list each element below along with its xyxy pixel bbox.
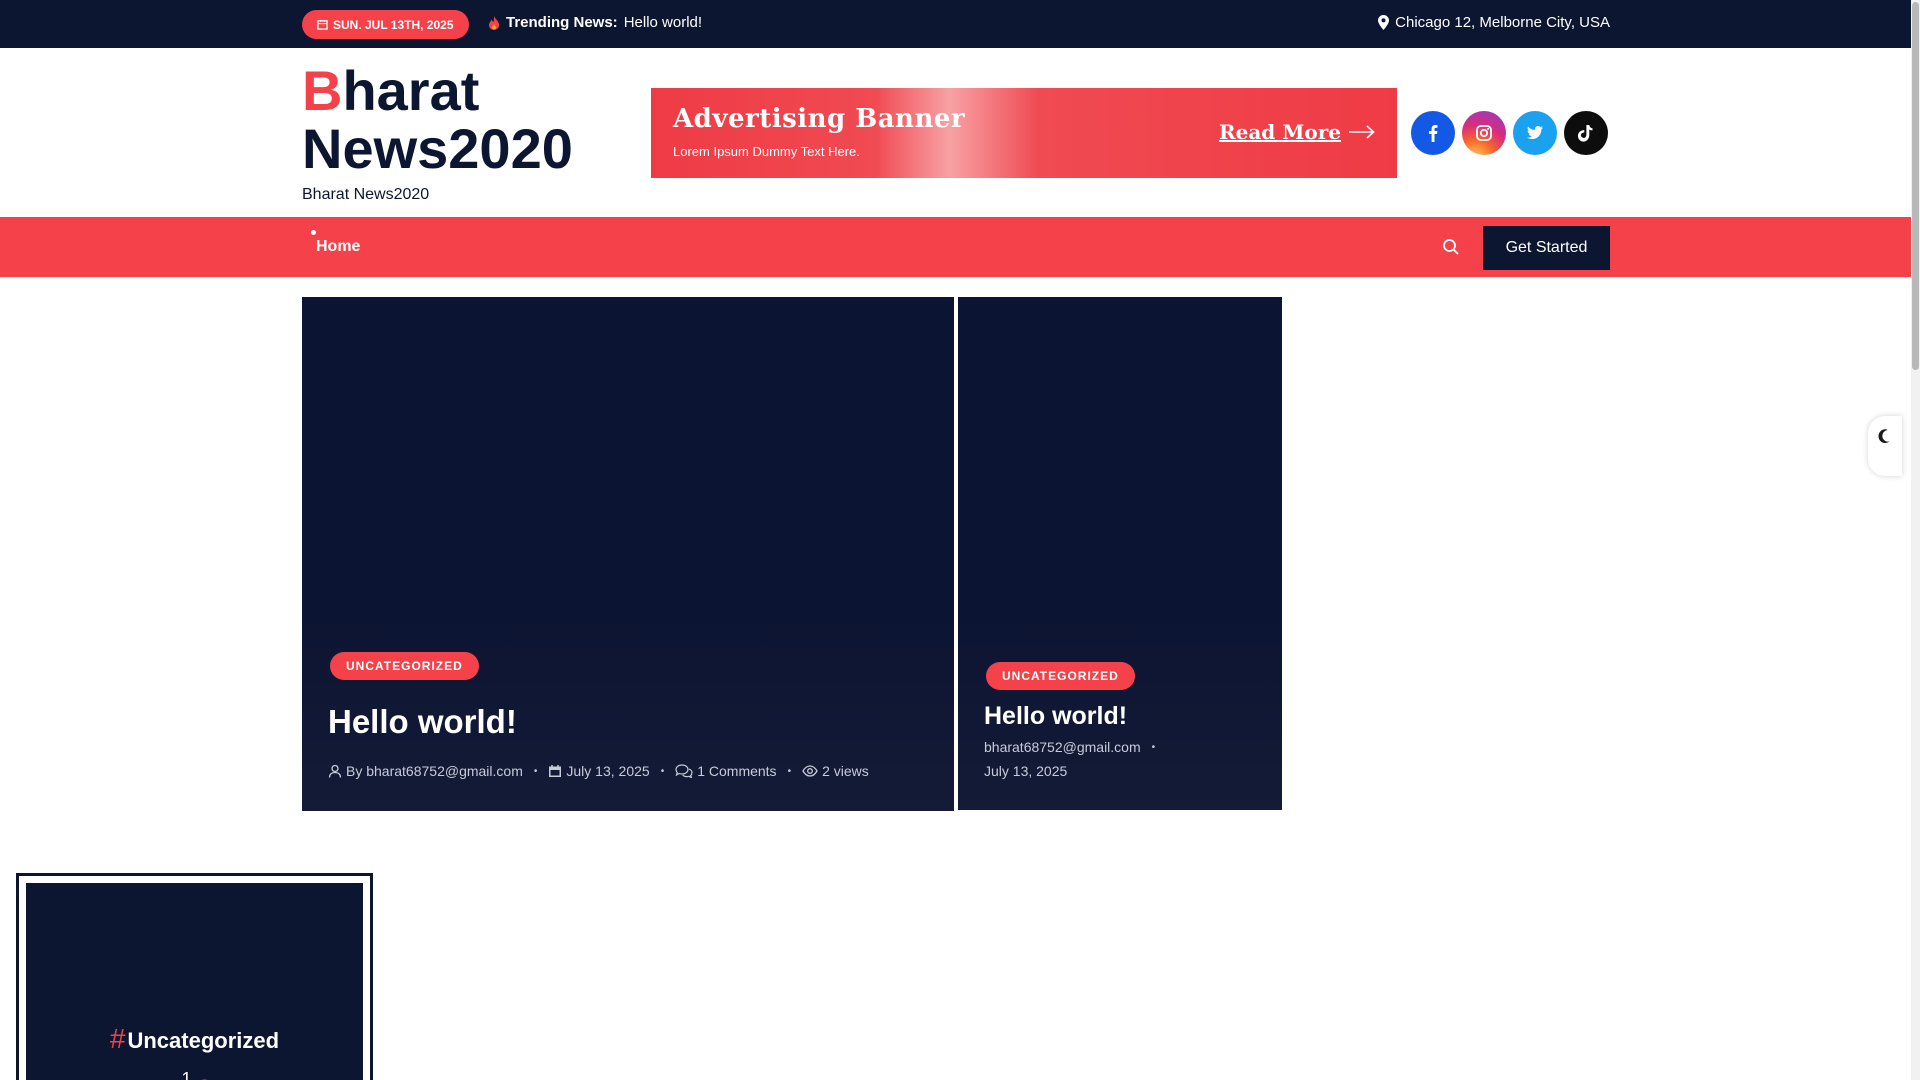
post-title[interactable]: Hello world! bbox=[328, 703, 517, 741]
facebook-button[interactable] bbox=[1411, 111, 1455, 155]
post-date[interactable]: July 13, 2025 bbox=[984, 763, 1067, 779]
calendar-icon bbox=[317, 19, 328, 30]
ad-read-more-link[interactable]: Read More bbox=[1219, 120, 1375, 144]
category-card[interactable]: #Uncategorized 1- bbox=[24, 881, 365, 1080]
site-title-initial: B bbox=[302, 59, 343, 122]
dark-mode-toggle[interactable] bbox=[1868, 416, 1902, 476]
views-count: 2 views bbox=[822, 763, 869, 779]
comments-icon bbox=[675, 764, 693, 778]
social-links bbox=[1411, 111, 1608, 155]
scrollbar-thumb[interactable] bbox=[1912, 2, 1919, 370]
meta-separator: • bbox=[1151, 741, 1156, 753]
post-meta: By bharat68752@gmail.com • July 13, 2025… bbox=[328, 763, 869, 779]
category-widget[interactable]: #Uncategorized 1- bbox=[16, 873, 373, 1080]
nav-item-home[interactable]: Home bbox=[316, 238, 360, 256]
count-dash: - bbox=[201, 1069, 208, 1080]
post-date[interactable]: July 13, 2025 bbox=[566, 763, 649, 779]
user-icon bbox=[328, 764, 342, 778]
eye-icon bbox=[802, 765, 818, 777]
nav-bullet bbox=[311, 230, 316, 235]
trending-news: Trending News: Hello world! bbox=[488, 14, 702, 31]
ad-title: Advertising Banner bbox=[673, 104, 966, 134]
calendar-icon bbox=[549, 765, 562, 777]
location: Chicago 12, Melborne City, USA bbox=[1378, 14, 1610, 31]
category-count-value: 1 bbox=[181, 1069, 192, 1080]
date-badge: SUN. JUL 13TH, 2025 bbox=[302, 10, 469, 39]
get-started-button[interactable]: Get Started bbox=[1483, 226, 1610, 270]
ad-subtitle: Lorem Ipsum Dummy Text Here. bbox=[673, 144, 860, 159]
author-link[interactable]: bharat68752@gmail.com bbox=[984, 739, 1141, 755]
site-title[interactable]: Bharat News2020 bbox=[302, 62, 602, 178]
trending-label: Trending News: bbox=[506, 14, 618, 31]
twitter-icon bbox=[1526, 126, 1543, 139]
date-text: SUN. JUL 13TH, 2025 bbox=[333, 17, 454, 32]
category-count: 1- bbox=[26, 1069, 363, 1080]
facebook-icon bbox=[1429, 125, 1438, 142]
post-meta-author: bharat68752@gmail.com • bbox=[984, 739, 1166, 755]
site-title-rest: harat News2020 bbox=[302, 59, 573, 180]
ad-read-more-label: Read More bbox=[1219, 120, 1341, 144]
site-tagline: Bharat News2020 bbox=[302, 186, 430, 203]
moon-icon bbox=[1878, 429, 1890, 443]
author-prefix: By bbox=[346, 763, 363, 779]
instagram-button[interactable] bbox=[1462, 111, 1506, 155]
trending-link[interactable]: Hello world! bbox=[624, 14, 702, 31]
hash-symbol: # bbox=[109, 1023, 126, 1054]
category-label: Uncategorized bbox=[127, 1028, 280, 1053]
post-meta-date: July 13, 2025 bbox=[984, 763, 1067, 779]
site-branding: Bharat News2020 Bharat News2020 bbox=[302, 62, 602, 204]
category-badge[interactable]: UNCATEGORIZED bbox=[986, 662, 1135, 690]
category-name[interactable]: #Uncategorized bbox=[26, 1023, 363, 1055]
tiktok-button[interactable] bbox=[1564, 111, 1608, 155]
comments-link[interactable]: 1 Comments bbox=[697, 763, 776, 779]
instagram-icon bbox=[1476, 125, 1492, 141]
category-badge[interactable]: UNCATEGORIZED bbox=[330, 652, 479, 680]
main-navigation: Home Get Started bbox=[0, 217, 1911, 277]
meta-separator: • bbox=[533, 765, 538, 777]
featured-post-main[interactable]: UNCATEGORIZED Hello world! By bharat6875… bbox=[302, 297, 954, 811]
meta-separator: • bbox=[660, 765, 665, 777]
author-link[interactable]: bharat68752@gmail.com bbox=[366, 763, 523, 779]
location-text: Chicago 12, Melborne City, USA bbox=[1395, 14, 1610, 31]
advertising-banner[interactable]: Advertising Banner Lorem Ipsum Dummy Tex… bbox=[651, 88, 1397, 178]
twitter-button[interactable] bbox=[1513, 111, 1557, 155]
map-pin-icon bbox=[1378, 15, 1390, 30]
featured-post-side[interactable]: UNCATEGORIZED Hello world! bharat68752@g… bbox=[958, 297, 1282, 810]
meta-separator: • bbox=[787, 765, 792, 777]
fire-icon bbox=[489, 15, 499, 30]
tiktok-icon bbox=[1577, 125, 1593, 142]
top-bar: SUN. JUL 13TH, 2025 Trending News: Hello… bbox=[0, 0, 1911, 48]
post-title[interactable]: Hello world! bbox=[984, 702, 1127, 731]
search-icon[interactable] bbox=[1442, 238, 1460, 256]
arrow-right-icon bbox=[1349, 125, 1375, 139]
page-scrollbar[interactable] bbox=[1911, 0, 1920, 1080]
